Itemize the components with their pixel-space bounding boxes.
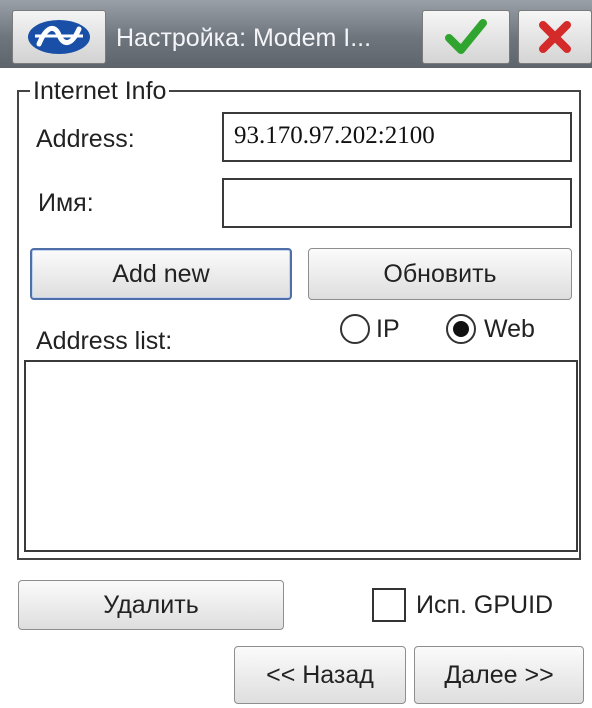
refresh-button[interactable]: Обновить xyxy=(308,248,572,300)
gpuid-checkbox[interactable] xyxy=(372,588,406,622)
name-label: Имя: xyxy=(38,189,94,217)
radio-ip-label: IP xyxy=(376,314,400,343)
add-new-button[interactable]: Add new xyxy=(30,248,292,300)
address-label: Address: xyxy=(36,125,135,153)
window-title: Настройка: Modem I... xyxy=(116,24,372,52)
radio-ip[interactable]: IP xyxy=(340,314,400,344)
ok-button[interactable] xyxy=(422,10,510,64)
gpuid-label: Исп. GPUID xyxy=(416,591,554,619)
title-bar: Настройка: Modem I... xyxy=(0,0,592,68)
app-logo-button[interactable] xyxy=(12,10,106,64)
radio-web-label: Web xyxy=(484,314,535,343)
radio-web-circle[interactable] xyxy=(446,314,476,344)
app-logo-icon xyxy=(28,20,90,54)
next-button[interactable]: Далее >> xyxy=(414,646,584,704)
checkmark-icon xyxy=(445,19,487,54)
group-legend: Internet Info xyxy=(30,76,170,106)
delete-button[interactable]: Удалить xyxy=(18,580,284,630)
address-list[interactable] xyxy=(24,360,578,552)
address-input[interactable]: 93.170.97.202:2100 xyxy=(222,112,572,162)
radio-ip-circle[interactable] xyxy=(340,314,370,344)
close-button[interactable] xyxy=(518,10,592,64)
name-input[interactable] xyxy=(222,178,572,228)
address-list-label: Address list: xyxy=(36,327,173,355)
radio-selected-dot xyxy=(453,321,469,337)
close-x-icon xyxy=(539,21,571,53)
back-button[interactable]: << Назад xyxy=(234,646,406,704)
radio-web[interactable]: Web xyxy=(446,314,535,344)
